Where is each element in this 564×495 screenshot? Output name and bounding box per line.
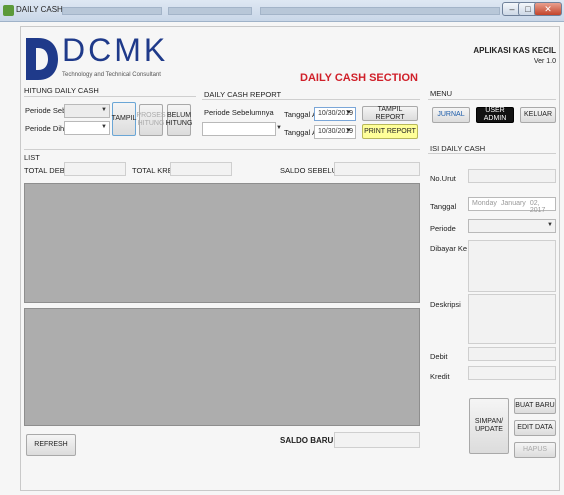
no-urut-label: No.Urut <box>430 174 456 183</box>
periode-dihitung-select[interactable]: ▼ <box>64 121 110 135</box>
divider <box>428 99 556 100</box>
dibayar-ke-label: Dibayar Ke <box>430 244 468 253</box>
app-icon <box>3 5 14 16</box>
total-kredit-field <box>170 162 232 176</box>
saldo-sebelumnya-field <box>334 162 420 176</box>
divider <box>24 96 196 97</box>
app-version: Ver 1.0 <box>533 58 556 65</box>
menu-heading: MENU <box>430 89 453 98</box>
periode-label: Periode <box>430 224 456 233</box>
periode-sebelum-select[interactable]: ▼ <box>64 104 110 118</box>
close-button[interactable]: ✕ <box>534 2 562 16</box>
taskbar-segment <box>260 7 500 15</box>
keluar-button[interactable]: KELUAR <box>520 107 556 123</box>
hapus-button[interactable]: HAPUS <box>514 442 556 458</box>
edit-data-button[interactable]: EDIT DATA <box>514 420 556 436</box>
kredit-label: Kredit <box>430 372 450 381</box>
tanggal-picker[interactable]: Monday January 02, 2017 <box>468 197 556 214</box>
simpan-update-button[interactable]: SIMPAN/ UPDATE <box>469 398 509 454</box>
divider <box>202 99 420 100</box>
section-title: DAILY CASH SECTION <box>300 72 418 84</box>
print-report-button[interactable]: PRINT REPORT <box>362 124 418 139</box>
logo-text: DCMK <box>62 32 169 68</box>
periode-sebelumnya-label: Periode Sebelumnya <box>204 108 274 117</box>
list-heading: LIST <box>24 153 40 162</box>
user-admin-button[interactable]: USER ADMIN <box>476 107 514 123</box>
report-heading: DAILY CASH REPORT <box>204 90 282 99</box>
tanggal-day: Monday <box>472 200 497 207</box>
saldo-baru-label: SALDO BARU <box>280 436 334 445</box>
dibayar-ke-field[interactable] <box>468 240 556 292</box>
jurnal-button[interactable]: JURNAL <box>432 107 470 123</box>
total-debit-field <box>64 162 126 176</box>
title-bar: DAILY CASH – □ ✕ <box>0 0 564 22</box>
debit-field[interactable] <box>468 347 556 361</box>
divider <box>24 149 420 150</box>
refresh-button[interactable]: REFRESH <box>26 434 76 456</box>
tanggal-label: Tanggal <box>430 202 457 211</box>
deskripsi-label: Deskripsi <box>430 300 461 309</box>
calendar-icon[interactable]: ▾ <box>347 108 351 116</box>
buat-baru-button[interactable]: BUAT BARU <box>514 398 556 414</box>
saldo-baru-field <box>334 432 420 448</box>
kredit-field[interactable] <box>468 366 556 380</box>
hitung-heading: HITUNG DAILY CASH <box>24 86 99 95</box>
belum-hitung-button[interactable]: BELUM HITUNG <box>166 104 192 136</box>
tanggal-date: 02, 2017 <box>529 200 546 214</box>
tampil-report-button[interactable]: TAMPIL REPORT <box>362 106 418 121</box>
taskbar-segment <box>62 7 162 15</box>
debit-label: Debit <box>430 352 448 361</box>
tanggal-month: January <box>500 200 526 207</box>
logo-subtitle: Technology and Technical Consultant <box>62 72 161 78</box>
data-grid-bottom[interactable] <box>24 308 420 426</box>
isi-heading: ISI DAILY CASH <box>430 144 486 153</box>
taskbar-segment <box>168 7 252 15</box>
logo-mark <box>24 36 60 82</box>
window-title: DAILY CASH <box>16 5 63 14</box>
no-urut-field <box>468 169 556 183</box>
data-grid-top[interactable] <box>24 183 420 303</box>
app-title: APLIKASI KAS KECIL <box>473 46 556 55</box>
periode-sebelumnya-select[interactable]: ▼ <box>202 122 282 136</box>
deskripsi-field[interactable] <box>468 294 556 344</box>
tampil-button[interactable]: TAMPIL <box>112 102 136 136</box>
periode-select[interactable]: ▼ <box>468 219 556 233</box>
divider <box>428 153 556 154</box>
proses-hitung-button[interactable]: PROSES HITUNG <box>136 104 166 136</box>
calendar-icon[interactable]: ▾ <box>347 126 351 134</box>
